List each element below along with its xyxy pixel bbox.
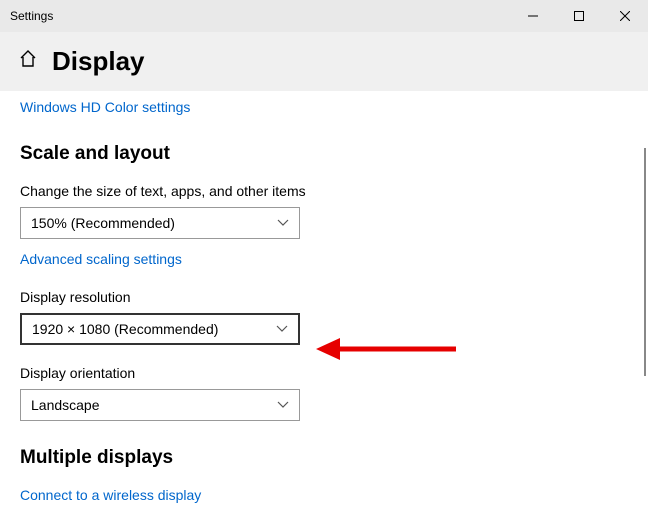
orientation-label: Display orientation — [20, 365, 628, 381]
scale-dropdown[interactable]: 150% (Recommended) — [20, 207, 300, 239]
close-button[interactable] — [602, 0, 648, 32]
content-area: Windows HD Color settings Scale and layo… — [0, 91, 648, 505]
page-title: Display — [52, 46, 145, 77]
titlebar: Settings — [0, 0, 648, 32]
resolution-dropdown[interactable]: 1920 × 1080 (Recommended) — [20, 313, 300, 345]
hd-color-link[interactable]: Windows HD Color settings — [20, 99, 190, 115]
chevron-down-icon — [277, 396, 289, 414]
advanced-scaling-link[interactable]: Advanced scaling settings — [20, 251, 182, 267]
scale-label: Change the size of text, apps, and other… — [20, 183, 628, 199]
window-controls — [510, 0, 648, 32]
orientation-value: Landscape — [31, 397, 100, 413]
orientation-dropdown[interactable]: Landscape — [20, 389, 300, 421]
chevron-down-icon — [277, 214, 289, 232]
chevron-down-icon — [276, 320, 288, 338]
page-header: Display — [0, 32, 648, 91]
section-multiple-displays: Multiple displays — [20, 447, 628, 469]
scale-value: 150% (Recommended) — [31, 215, 175, 231]
home-icon[interactable] — [18, 49, 38, 74]
scrollbar[interactable] — [644, 148, 646, 376]
section-scale-layout: Scale and layout — [20, 143, 628, 165]
wireless-display-link[interactable]: Connect to a wireless display — [20, 487, 201, 503]
resolution-value: 1920 × 1080 (Recommended) — [32, 321, 218, 337]
minimize-button[interactable] — [510, 0, 556, 32]
maximize-button[interactable] — [556, 0, 602, 32]
resolution-label: Display resolution — [20, 289, 628, 305]
window-title: Settings — [10, 9, 53, 23]
